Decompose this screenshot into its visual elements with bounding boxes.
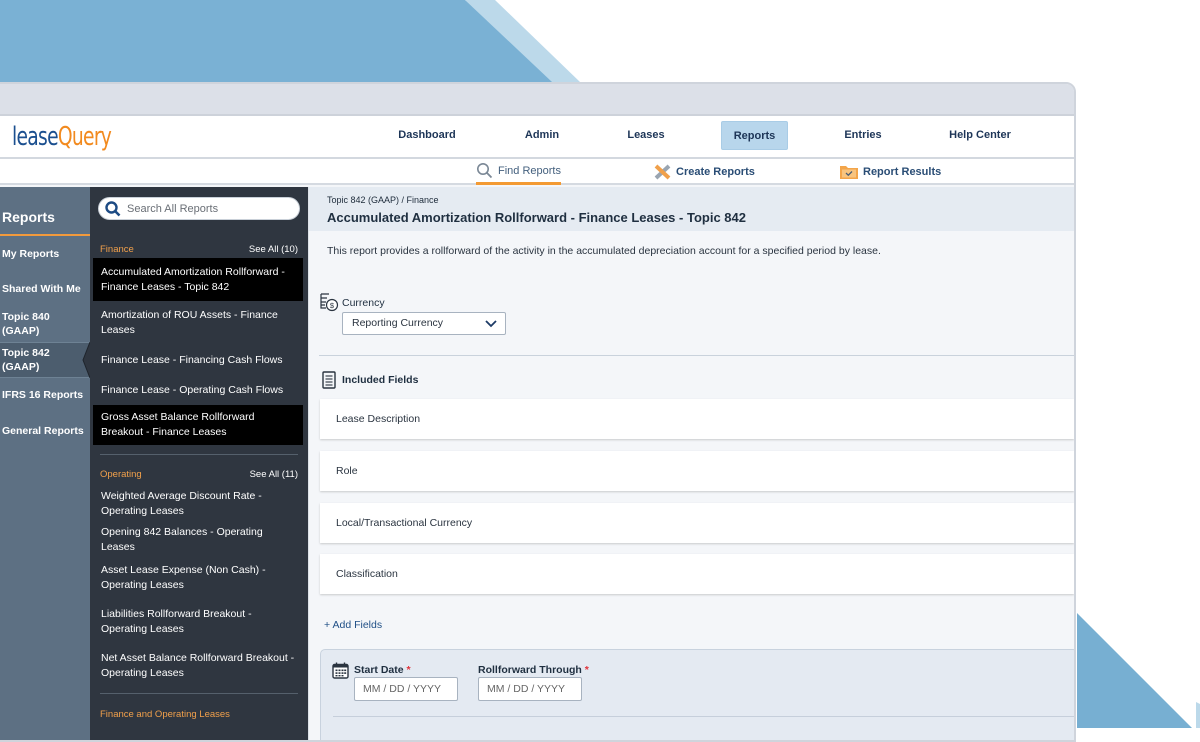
date-range-panel: Start Date * Rollforward Through * [320,649,1074,740]
report-header: Topic 842 (GAAP) / Finance Accumulated A… [309,187,1074,231]
report-item[interactable]: Asset Lease Expense (Non Cash) - Operati… [93,561,303,595]
report-item[interactable]: Gross Asset Balance Rollforward Breakout… [93,405,303,445]
sidebar-title: Reports [2,209,55,225]
subnav-report-results[interactable]: Report Results [840,159,941,185]
report-item[interactable]: Liabilities Rollforward Breakout - Opera… [93,605,303,639]
nav-entries[interactable]: Entries [823,121,903,150]
report-detail-panel: Topic 842 (GAAP) / Finance Accumulated A… [308,187,1074,740]
section-header-finance: Finance See All (10) [100,244,298,255]
app-window: leaseQuery Dashboard Admin Leases Report… [0,82,1076,742]
included-field-item[interactable]: Role [320,451,1074,491]
date-panel-divider [333,716,1074,717]
window-titlebar [0,84,1074,116]
sub-navigation: Find Reports Create Reports Report Resul… [0,159,1074,185]
sidebar-item-my-reports[interactable]: My Reports [2,247,88,261]
sidebar-item-topic-842[interactable]: Topic 842 (GAAP) [2,346,62,374]
report-item[interactable]: Net Asset Balance Rollforward Breakout -… [93,649,303,683]
included-field-item[interactable]: Classification [320,554,1074,594]
nav-leases[interactable]: Leases [606,121,686,150]
logo-text-lease: lease [12,122,59,152]
section-divider [100,693,298,694]
nav-help-center[interactable]: Help Center [939,121,1021,150]
background-blue-triangle [1077,613,1192,728]
included-field-item[interactable]: Local/Transactional Currency [320,503,1074,543]
calendar-icon [332,662,349,679]
report-item[interactable]: Amortization of ROU Assets - Finance Lea… [93,305,303,341]
report-item[interactable]: Opening 842 Balances - Operating Leases [93,526,303,553]
included-fields-label: Included Fields [342,374,419,386]
section-header-finance-operating: Finance and Operating Leases [100,709,298,720]
start-date-label: Start Date * [354,664,411,676]
report-category-sidebar: Reports My Reports Shared With Me Topic … [0,187,92,740]
search-box[interactable] [98,197,300,220]
subnav-report-results-label: Report Results [863,166,942,178]
report-item[interactable]: Accumulated Amortization Rollforward - F… [93,258,303,301]
currency-select[interactable]: Reporting Currency [342,312,506,335]
subnav-find-reports[interactable]: Find Reports [476,159,561,185]
sidebar-item-general-reports[interactable]: General Reports [2,424,88,438]
nav-dashboard[interactable]: Dashboard [387,121,467,150]
required-marker: * [406,664,411,676]
nav-reports[interactable]: Reports [721,121,788,150]
report-item[interactable]: Weighted Average Discount Rate - Operati… [93,487,303,521]
folder-check-icon [840,166,858,179]
subnav-create-reports-label: Create Reports [676,166,755,178]
rollforward-through-input[interactable] [478,677,582,701]
currency-label: Currency [342,297,385,309]
rollforward-through-label: Rollforward Through * [478,664,589,676]
section-title: Operating [100,469,142,480]
report-description: This report provides a rollforward of th… [327,245,881,257]
logo-text-query: Query [57,122,112,152]
top-navigation: leaseQuery Dashboard Admin Leases Report… [0,116,1074,159]
nav-admin[interactable]: Admin [502,121,582,150]
section-title: Finance and Operating Leases [100,709,230,720]
breadcrumb: Topic 842 (GAAP) / Finance [327,195,439,205]
list-document-icon [322,371,336,389]
background-light-corner [1196,702,1200,728]
section-divider [100,454,298,455]
section-title: Finance [100,244,134,255]
report-item[interactable]: Finance Lease - Financing Cash Flows [93,347,303,373]
see-all-link[interactable]: See All (11) [250,469,298,480]
start-date-input[interactable] [354,677,458,701]
report-list-panel: Finance See All (10) Accumulated Amortiz… [90,187,308,740]
sidebar-item-shared-with-me[interactable]: Shared With Me [2,282,88,296]
included-field-item[interactable]: Lease Description [320,399,1074,439]
report-item[interactable]: Finance Lease - Operating Cash Flows [93,377,303,403]
search-icon [105,200,121,216]
start-date-label-text: Start Date [354,664,404,676]
currency-selected-value: Reporting Currency [352,317,444,329]
section-header-operating: Operating See All (11) [100,469,298,480]
page-title: Accumulated Amortization Rollforward - F… [327,210,746,225]
pencil-ruler-icon [654,164,671,180]
see-all-link[interactable]: See All (10) [249,244,298,255]
chevron-down-icon [485,320,497,328]
search-icon [477,163,493,179]
search-input[interactable] [127,202,287,215]
leasequery-logo[interactable]: leaseQuery [12,122,112,152]
subnav-find-reports-label: Find Reports [498,164,561,177]
sidebar-item-topic-840[interactable]: Topic 840 (GAAP) [2,310,62,338]
app-body: Reports My Reports Shared With Me Topic … [0,187,1074,740]
rollforward-through-label-text: Rollforward Through [478,664,582,676]
subnav-create-reports[interactable]: Create Reports [654,159,755,185]
required-marker: * [584,664,589,676]
section-divider [319,355,1074,356]
sidebar-title-underline [0,234,90,236]
add-fields-button[interactable]: + Add Fields [324,619,382,631]
currency-icon: $ [320,293,339,312]
sidebar-item-ifrs16[interactable]: IFRS 16 Reports [2,388,88,402]
